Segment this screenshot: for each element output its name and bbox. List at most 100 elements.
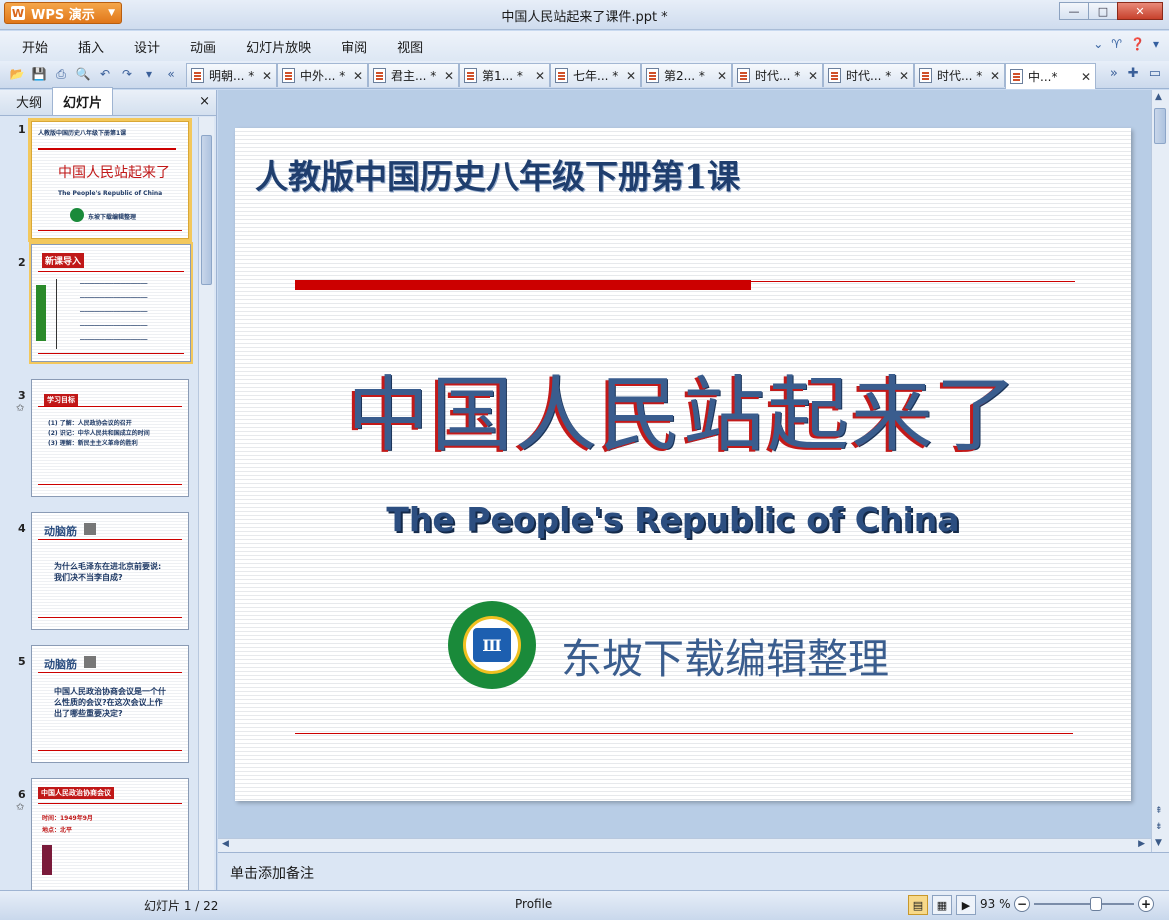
ppt-file-icon — [646, 68, 659, 83]
slide-subtitle[interactable]: The People's Republic of China — [235, 500, 1111, 539]
zoom-out-icon[interactable]: − — [1014, 896, 1030, 912]
redo-icon[interactable]: ↷ — [118, 65, 136, 83]
tab-close-icon[interactable]: ✕ — [1081, 70, 1091, 84]
menu-review[interactable]: 审阅 — [329, 37, 385, 56]
tab-close-icon[interactable]: ✕ — [535, 69, 545, 83]
slide-course-title[interactable]: 人教版中国历史八年级下册第1课 — [255, 150, 740, 198]
tab-outline[interactable]: 大纲 — [6, 88, 52, 115]
question-icon — [84, 656, 96, 668]
editor-horizontal-scrollbar[interactable]: ◀ ▶ — [218, 838, 1151, 852]
zoom-slider[interactable]: − + — [1014, 896, 1154, 912]
normal-view-icon[interactable]: ▤ — [908, 895, 928, 915]
tab-document[interactable]: 时代... * ✕ — [823, 63, 914, 87]
close-button[interactable]: ✕ — [1117, 2, 1163, 20]
slideshow-icon[interactable]: ▶ — [956, 895, 976, 915]
tab-close-icon[interactable]: ✕ — [717, 69, 727, 83]
slide-thumbnail[interactable]: 动脑筋 为什么毛泽东在进北京前要说:我们决不当李自成? — [31, 512, 189, 630]
zoom-level[interactable]: 93 % — [980, 897, 1011, 911]
slide-main-title[interactable]: 中国人民站起来了 — [235, 348, 1131, 467]
slide-panel: 大纲 幻灯片 × 1 人教版中国历史八年级下册第1课 中国人民站起来了 The … — [0, 87, 217, 890]
divider-line — [295, 733, 1073, 734]
print-icon[interactable]: ⎙ — [52, 65, 70, 83]
current-slide[interactable]: 人教版中国历史八年级下册第1课 中国人民站起来了 The People's Re… — [235, 128, 1131, 801]
slide-editor: 人教版中国历史八年级下册第1课 中国人民站起来了 The People's Re… — [218, 90, 1151, 838]
scroll-right-icon[interactable]: ▶ — [1138, 839, 1145, 849]
tab-close-icon[interactable]: ✕ — [444, 69, 454, 83]
slide-thumbnail[interactable]: 学习目标 (1) 了解：人民政协会议的召开 (2) 识记：中华人民共和国成立的时… — [31, 379, 189, 497]
previous-slide-icon[interactable]: ⇞ — [1155, 806, 1163, 816]
tab-document[interactable]: 第2... * ✕ — [641, 63, 732, 87]
slide-counter: 幻灯片 1 / 22 — [144, 899, 219, 913]
scroll-up-icon[interactable]: ▲ — [1155, 92, 1162, 102]
tab-close-icon[interactable]: ✕ — [990, 69, 1000, 83]
zoom-knob[interactable] — [1090, 897, 1102, 911]
tabs-scroll-left-icon[interactable]: « — [162, 65, 180, 83]
slide-number: 6 — [18, 788, 26, 801]
ppt-file-icon — [191, 68, 204, 83]
print-preview-icon[interactable]: 🔍 — [74, 65, 92, 83]
slide-author[interactable]: 东坡下载编辑整理 — [561, 625, 889, 685]
scrollbar-thumb[interactable] — [201, 135, 212, 285]
status-bar: 幻灯片 1 / 22 Profile ▤ ▦ ▶ 93 % − + — [0, 890, 1169, 920]
tab-close-icon[interactable]: ✕ — [808, 69, 818, 83]
question-icon — [84, 523, 96, 535]
tab-slides[interactable]: 幻灯片 — [52, 87, 114, 115]
tab-document[interactable]: 中外... * ✕ — [277, 63, 368, 87]
minimize-button[interactable]: — — [1059, 2, 1089, 20]
menu-animation[interactable]: 动画 — [178, 37, 234, 56]
tab-document[interactable]: 时代... * ✕ — [914, 63, 1005, 87]
open-icon[interactable]: 📂 — [8, 65, 26, 83]
tab-document[interactable]: 君主... * ✕ — [368, 63, 459, 87]
tab-close-icon[interactable]: ✕ — [899, 69, 909, 83]
school-logo-icon[interactable]: Ⅲ — [448, 601, 536, 689]
save-icon[interactable]: 💾 — [30, 65, 48, 83]
editor-vertical-scrollbar[interactable]: ▲ ⇞ ⇟ ▼ — [1151, 90, 1169, 852]
ppt-file-icon — [464, 68, 477, 83]
tab-close-icon[interactable]: ✕ — [353, 69, 363, 83]
skin-icon[interactable]: ♈ — [1111, 37, 1122, 51]
menu-home[interactable]: 开始 — [10, 37, 66, 56]
slide-thumbnail[interactable]: 中国人民政治协商会议 时间：1949年9月 地点：北平 — [31, 778, 189, 890]
close-panel-icon[interactable]: × — [199, 94, 210, 109]
menu-view[interactable]: 视图 — [385, 37, 441, 56]
scrollbar-thumb[interactable] — [1154, 108, 1166, 144]
tab-document-active[interactable]: 中...* ✕ — [1005, 63, 1096, 89]
menu-slideshow[interactable]: 幻灯片放映 — [234, 37, 329, 56]
tab-document[interactable]: 七年... * ✕ — [550, 63, 641, 87]
scroll-left-icon[interactable]: ◀ — [222, 839, 229, 849]
notes-pane[interactable]: 单击添加备注 — [218, 852, 1169, 890]
scroll-down-icon[interactable]: ▼ — [1155, 838, 1162, 848]
tab-close-icon[interactable]: ✕ — [262, 69, 272, 83]
slide-number: 5 — [18, 655, 26, 668]
menu-design[interactable]: 设计 — [122, 37, 178, 56]
slide-panel-scrollbar[interactable] — [198, 117, 214, 890]
tab-close-icon[interactable]: ✕ — [626, 69, 636, 83]
slide-thumbnail[interactable]: 人教版中国历史八年级下册第1课 中国人民站起来了 The People's Re… — [28, 118, 192, 242]
zoom-in-icon[interactable]: + — [1138, 896, 1154, 912]
red-accent-bar — [295, 280, 751, 290]
tab-document[interactable]: 明朝... * ✕ — [186, 63, 277, 87]
zoom-track[interactable] — [1034, 897, 1134, 911]
ppt-file-icon — [1010, 69, 1023, 84]
slide-number: 4 — [18, 522, 26, 535]
next-slide-icon[interactable]: ⇟ — [1155, 822, 1163, 832]
ribbon-collapse-icon[interactable]: ⌄ — [1093, 37, 1103, 51]
new-tab-icon[interactable]: ✚ — [1128, 66, 1139, 81]
document-tabs: 明朝... * ✕ 中外... * ✕ 君主... * ✕ 第1... * ✕ 七年..… — [186, 63, 1096, 89]
quick-access-toolbar: 📂 💾 ⎙ 🔍 ↶ ↷ ▾ « — [8, 65, 180, 83]
tab-list-icon[interactable]: ▭ — [1149, 66, 1161, 81]
customize-dropdown-icon[interactable]: ▾ — [140, 65, 158, 83]
menu-insert[interactable]: 插入 — [66, 37, 122, 56]
tab-document[interactable]: 第1... * ✕ — [459, 63, 550, 87]
slide-sorter-icon[interactable]: ▦ — [932, 895, 952, 915]
tabs-scroll-right-icon[interactable]: » — [1110, 66, 1118, 81]
maximize-button[interactable]: □ — [1088, 2, 1118, 20]
tab-document[interactable]: 时代... * ✕ — [732, 63, 823, 87]
slide-number: 1 — [18, 123, 26, 136]
menu-bar: 开始 插入 设计 动画 幻灯片放映 审阅 视图 ⌄ ♈ ❓ ▾ — [0, 31, 1169, 61]
slide-thumbnail[interactable]: 动脑筋 中国人民政治协商会议是一个什么性质的会议?在这次会议上作出了哪些重要决定… — [31, 645, 189, 763]
slide-thumbnail[interactable]: 新课导入 ━━━━━━━━━━━━━━━━━━━━━━━━━━━━ ━━━━━━… — [29, 242, 193, 364]
help-icon[interactable]: ❓ — [1130, 37, 1145, 51]
undo-icon[interactable]: ↶ — [96, 65, 114, 83]
help-dropdown-icon[interactable]: ▾ — [1153, 37, 1159, 51]
